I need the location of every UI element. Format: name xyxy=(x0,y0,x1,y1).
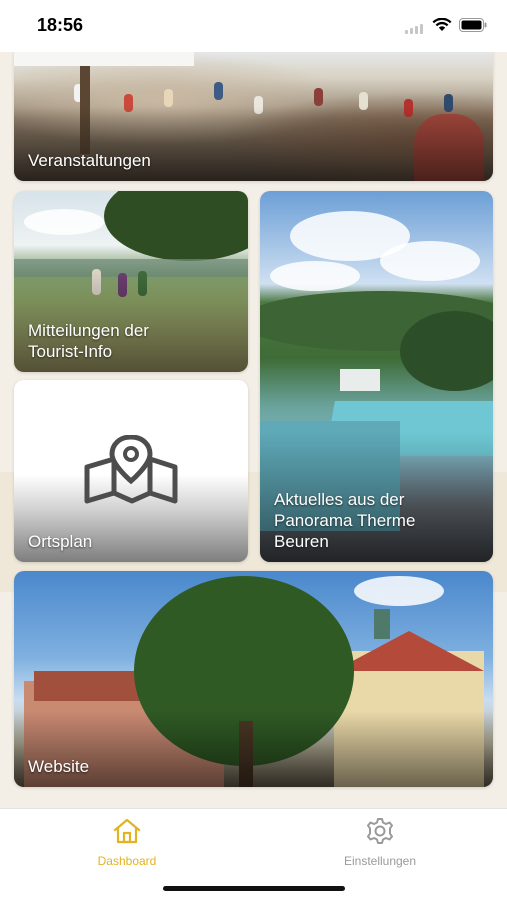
tab-bar: Dashboard Einstellungen xyxy=(0,808,507,900)
tile-veranstaltungen[interactable]: Veranstaltungen xyxy=(14,52,493,181)
tab-dashboard[interactable]: Dashboard xyxy=(57,817,197,868)
home-indicator xyxy=(163,886,345,891)
tile-label: Mitteilungen der Tourist-Info xyxy=(28,321,149,361)
tile-label: Aktuelles aus der Panorama Therme Beuren xyxy=(274,490,416,551)
tab-label: Dashboard xyxy=(97,854,157,868)
tab-label: Einstellungen xyxy=(343,854,417,868)
dashboard-grid: Veranstaltungen Mitteilungen der Tourist… xyxy=(0,52,507,808)
tile-label: Ortsplan xyxy=(28,532,93,551)
tile-label: Veranstaltungen xyxy=(28,151,151,170)
tile-panorama-therme[interactable]: Aktuelles aus der Panorama Therme Beuren xyxy=(260,191,493,562)
signal-icon xyxy=(405,16,425,34)
map-pin-icon xyxy=(84,434,178,510)
tile-label: Website xyxy=(28,757,90,776)
tile-mitteilungen-tourist-info[interactable]: Mitteilungen der Tourist-Info xyxy=(14,191,248,372)
battery-icon xyxy=(459,18,487,32)
home-icon xyxy=(112,817,142,850)
tile-website[interactable]: Website xyxy=(14,571,493,787)
gear-icon xyxy=(365,817,395,850)
wifi-icon xyxy=(432,18,452,32)
status-time: 18:56 xyxy=(37,15,84,35)
tile-ortsplan[interactable]: Ortsplan xyxy=(14,380,248,562)
tab-einstellungen[interactable]: Einstellungen xyxy=(310,817,450,868)
status-bar: 18:56 xyxy=(0,0,507,52)
status-icons xyxy=(405,16,487,34)
